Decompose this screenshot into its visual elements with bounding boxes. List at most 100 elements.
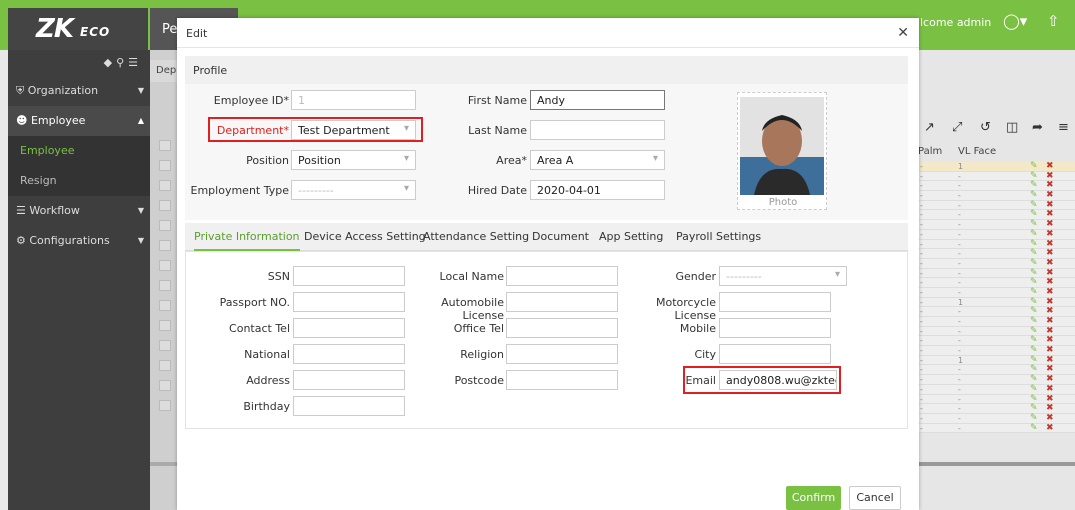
tab-attendance-setting[interactable]: Attendance Setting [423,223,529,251]
position-select[interactable]: Position [291,150,416,170]
search-icon[interactable]: ⚲ [116,56,128,69]
tab-private-information[interactable]: Private Information [194,223,300,251]
mobile-field[interactable] [719,318,831,338]
edit-icon[interactable]: ✎ [1030,423,1038,434]
city-label: City [694,348,716,361]
app-logo[interactable]: ZK ECO [8,8,148,50]
sidebar-item-label: Employee [30,114,86,127]
expand-icon[interactable]: ⤢ [952,120,962,135]
national-field[interactable] [293,344,405,364]
hired-date-label: Hired Date [467,184,527,197]
shirt-icon[interactable]: ⇧ [1047,12,1060,30]
row-checkbox[interactable] [159,260,171,271]
local-name-label: Local Name [439,270,504,283]
settings-icon[interactable]: ≡ [1058,120,1069,135]
sidebar-item-label: Workflow [29,204,80,217]
first-name-field[interactable]: Andy [530,90,665,110]
tab-app-setting[interactable]: App Setting [599,223,663,251]
row-checkbox[interactable] [159,300,171,311]
religion-field[interactable] [506,344,618,364]
sidebar-item-employee[interactable]: ☻ Employee ▲ [8,106,150,136]
row-checkbox[interactable] [159,360,171,371]
tab-device-access-setting[interactable]: Device Access Setting [304,223,426,251]
delete-icon[interactable]: ✖ [1046,423,1054,434]
area-select[interactable]: Area A [530,150,665,170]
employment-type-select[interactable]: --------- [291,180,416,200]
row-checkbox[interactable] [159,240,171,251]
user-icon[interactable]: ◯▾ [1003,12,1027,30]
refresh-icon[interactable]: ↺ [980,120,991,135]
tag-icon[interactable]: ◆ [104,56,116,69]
passport-field[interactable] [293,292,405,312]
automobile-license-label: Automobile License [441,296,504,322]
contact-tel-field[interactable] [293,318,405,338]
tab-bar: Private Information Device Access Settin… [185,223,908,251]
passport-label: Passport NO. [219,296,290,309]
position-label: Position [246,154,289,167]
automobile-license-field[interactable] [506,292,618,312]
pin-icon[interactable]: ↗ [924,120,935,135]
row-checkbox[interactable] [159,160,171,171]
confirm-button[interactable]: Confirm [786,486,841,510]
tab-payroll-settings[interactable]: Payroll Settings [676,223,761,251]
motorcycle-license-field[interactable] [719,292,831,312]
cell-palm: - [920,287,923,297]
row-checkbox[interactable] [159,280,171,291]
ssn-field[interactable] [293,266,405,286]
sidebar-item-workflow[interactable]: ☰ Workflow ▼ [8,196,150,226]
postcode-field[interactable] [506,370,618,390]
sidebar-item-organization[interactable]: ⛨ Organization ▼ [8,76,150,106]
gender-label: Gender [675,270,716,283]
photo-upload[interactable]: Photo [737,92,827,210]
city-field[interactable] [719,344,831,364]
row-checkbox[interactable] [159,200,171,211]
employee-id-field[interactable]: 1 [291,90,416,110]
cell-vl-face: - [958,404,961,414]
close-icon[interactable]: ✕ [897,25,909,41]
sidebar-item-configurations[interactable]: ⚙ Configurations ▼ [8,226,150,256]
column-header-vl-face[interactable]: VL Face [958,146,996,157]
local-name-field[interactable] [506,266,618,286]
cell-vl-face: - [958,384,961,394]
row-checkbox[interactable] [159,400,171,411]
last-name-field[interactable] [530,120,665,140]
row-checkbox[interactable] [159,140,171,151]
hired-date-field[interactable]: 2020-04-01 [530,180,665,200]
cell-palm: - [920,297,923,307]
cell-palm: - [920,365,923,375]
cell-palm: - [920,355,923,365]
cancel-button[interactable]: Cancel [849,486,901,510]
cell-vl-face: - [958,423,961,433]
cell-vl-face: - [958,413,961,423]
tab-document[interactable]: Document [532,223,589,251]
row-checkbox-column [155,140,177,450]
cell-palm: - [920,278,923,288]
office-tel-field[interactable] [506,318,618,338]
row-checkbox[interactable] [159,380,171,391]
birthday-field[interactable] [293,396,405,416]
column-header-palm[interactable]: Palm [918,146,942,157]
table-row[interactable]: - - ✎ ✖ [918,423,1075,434]
address-field[interactable] [293,370,405,390]
chevron-down-icon: ▼ [137,236,144,245]
email-highlight [683,366,841,394]
row-checkbox[interactable] [159,320,171,331]
list-toggle-icon[interactable]: ☰ [128,56,142,69]
cell-palm: - [920,229,923,239]
cell-vl-face: - [958,220,961,230]
row-checkbox[interactable] [159,340,171,351]
sidebar-subitem-employee[interactable]: Employee [8,136,150,166]
motorcycle-license-label: Motorcycle License [656,296,716,322]
cell-palm: - [920,171,923,181]
sidebar-subitem-resign[interactable]: Resign [8,166,150,196]
cell-palm: - [920,181,923,191]
row-checkbox[interactable] [159,180,171,191]
horizontal-scrollbar-right[interactable] [918,462,1075,466]
share-icon[interactable]: ➦ [1032,120,1043,135]
grid-toolbar: ↗ ⤢ ↺ ◫ ➦ ≡ [918,116,1075,140]
columns-icon[interactable]: ◫ [1006,120,1018,135]
sidebar-item-label: Organization [27,84,99,97]
gender-select[interactable]: --------- [719,266,847,286]
row-checkbox[interactable] [159,220,171,231]
cell-vl-face: - [958,210,961,220]
